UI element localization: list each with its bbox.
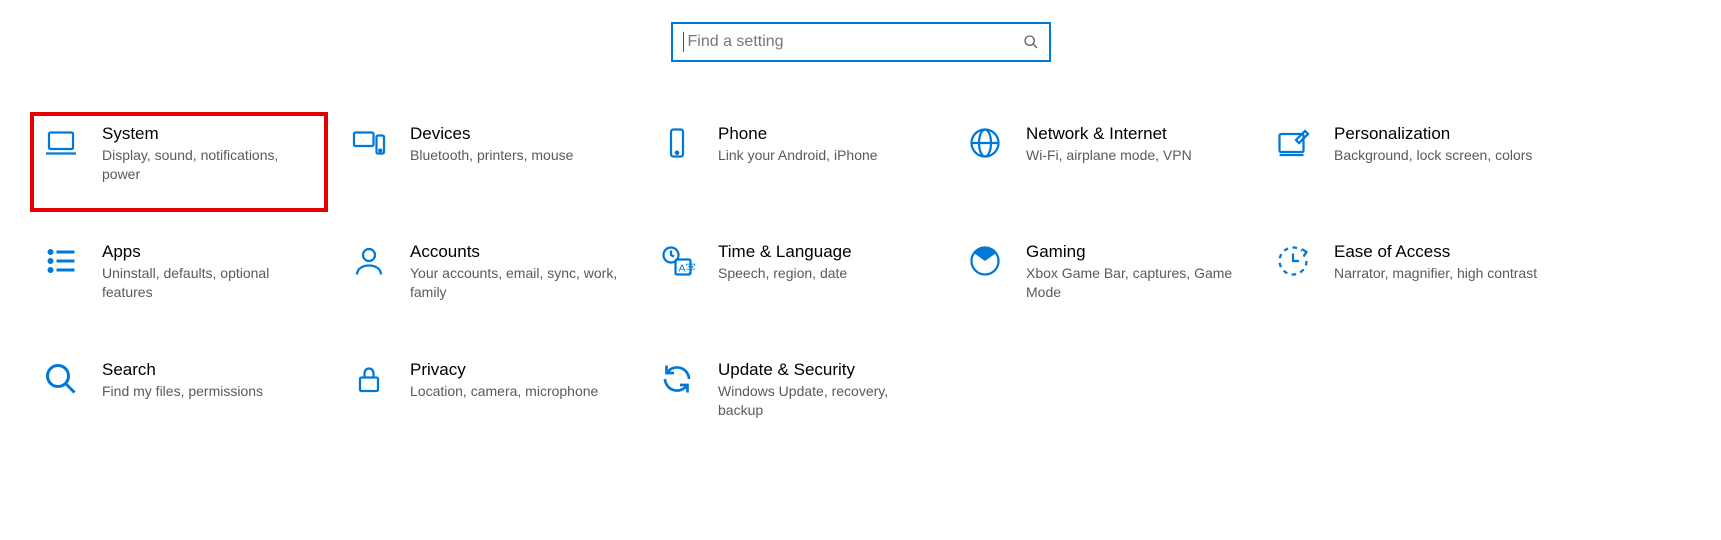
phone-icon <box>658 124 696 162</box>
gaming-icon <box>966 242 1004 280</box>
tile-desc: Find my files, permissions <box>102 382 316 401</box>
tile-time-language[interactable]: A字 Time & Language Speech, region, date <box>646 230 944 330</box>
devices-icon <box>350 124 388 162</box>
tile-title: Network & Internet <box>1026 124 1240 144</box>
tile-desc: Uninstall, defaults, optional features <box>102 264 316 302</box>
time-language-icon: A字 <box>658 242 696 280</box>
tile-title: System <box>102 124 316 144</box>
tile-title: Apps <box>102 242 316 262</box>
tile-desc: Xbox Game Bar, captures, Game Mode <box>1026 264 1240 302</box>
tile-privacy[interactable]: Privacy Location, camera, microphone <box>338 348 636 448</box>
tile-desc: Your accounts, email, sync, work, family <box>410 264 624 302</box>
magnifier-icon <box>42 360 80 398</box>
personalization-icon <box>1274 124 1312 162</box>
person-icon <box>350 242 388 280</box>
svg-text:A字: A字 <box>679 262 696 275</box>
search-input[interactable] <box>686 32 1023 52</box>
tile-title: Privacy <box>410 360 624 380</box>
tile-update-security[interactable]: Update & Security Windows Update, recove… <box>646 348 944 448</box>
tile-desc: Background, lock screen, colors <box>1334 146 1548 165</box>
tile-desc: Bluetooth, printers, mouse <box>410 146 624 165</box>
tile-title: Time & Language <box>718 242 932 262</box>
tile-title: Devices <box>410 124 624 144</box>
tile-title: Accounts <box>410 242 624 262</box>
text-caret <box>683 32 684 52</box>
tile-ease-of-access[interactable]: Ease of Access Narrator, magnifier, high… <box>1262 230 1560 330</box>
globe-icon <box>966 124 1004 162</box>
search-icon <box>1023 34 1039 50</box>
ease-of-access-icon <box>1274 242 1312 280</box>
sync-icon <box>658 360 696 398</box>
tile-apps[interactable]: Apps Uninstall, defaults, optional featu… <box>30 230 328 330</box>
tile-network[interactable]: Network & Internet Wi-Fi, airplane mode,… <box>954 112 1252 212</box>
tile-phone[interactable]: Phone Link your Android, iPhone <box>646 112 944 212</box>
search-box[interactable] <box>671 22 1051 62</box>
settings-grid: System Display, sound, notifications, po… <box>0 112 1721 506</box>
tile-desc: Display, sound, notifications, power <box>102 146 316 184</box>
tile-accounts[interactable]: Accounts Your accounts, email, sync, wor… <box>338 230 636 330</box>
tile-title: Update & Security <box>718 360 932 380</box>
tile-title: Gaming <box>1026 242 1240 262</box>
tile-title: Ease of Access <box>1334 242 1548 262</box>
tile-desc: Link your Android, iPhone <box>718 146 932 165</box>
tile-system[interactable]: System Display, sound, notifications, po… <box>30 112 328 212</box>
tile-search[interactable]: Search Find my files, permissions <box>30 348 328 448</box>
tile-desc: Location, camera, microphone <box>410 382 624 401</box>
lock-icon <box>350 360 388 398</box>
tile-title: Phone <box>718 124 932 144</box>
laptop-icon <box>42 124 80 162</box>
tile-desc: Speech, region, date <box>718 264 932 283</box>
tile-title: Personalization <box>1334 124 1548 144</box>
apps-icon <box>42 242 80 280</box>
tile-desc: Narrator, magnifier, high contrast <box>1334 264 1548 283</box>
tile-desc: Wi-Fi, airplane mode, VPN <box>1026 146 1240 165</box>
tile-desc: Windows Update, recovery, backup <box>718 382 932 420</box>
tile-title: Search <box>102 360 316 380</box>
tile-devices[interactable]: Devices Bluetooth, printers, mouse <box>338 112 636 212</box>
tile-gaming[interactable]: Gaming Xbox Game Bar, captures, Game Mod… <box>954 230 1252 330</box>
tile-personalization[interactable]: Personalization Background, lock screen,… <box>1262 112 1560 212</box>
